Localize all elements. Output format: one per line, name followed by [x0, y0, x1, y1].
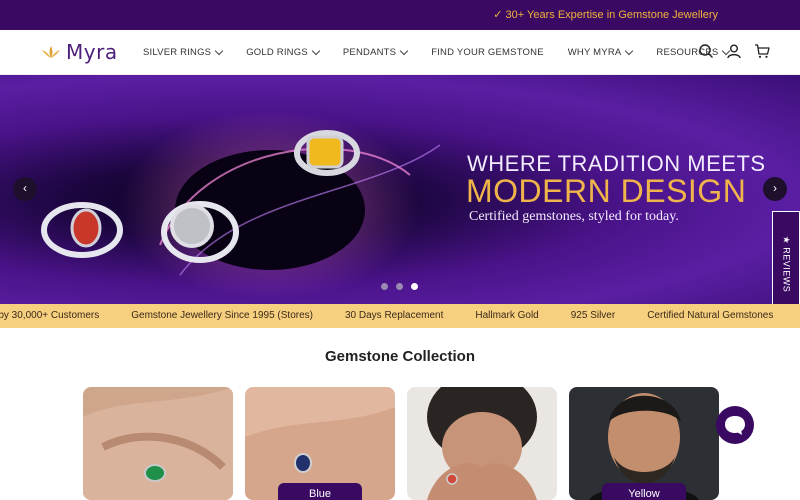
ticker-item: Gemstone Jewellery Since 1995 (Stores)	[131, 310, 313, 321]
nav-why-myra[interactable]: WHY MYRA	[567, 46, 634, 58]
nav-pendants[interactable]: PENDANTS	[342, 46, 409, 58]
chevron-down-icon	[625, 46, 634, 56]
cart-icon[interactable]	[754, 43, 770, 59]
site-header: Myra SILVER RINGS GOLD RINGS PENDANTS FI…	[0, 30, 800, 75]
ticker-item: 925 Silver	[570, 310, 616, 321]
ticker-item: Hallmark Gold	[475, 310, 539, 321]
collection-card-green[interactable]	[83, 387, 233, 500]
chevron-down-icon	[214, 46, 224, 56]
ticker-item: d by 30,000+ Customers	[0, 310, 100, 321]
collection-card-blue[interactable]: Blue	[245, 387, 395, 500]
reviews-tab[interactable]: ★ REVIEWS	[772, 211, 800, 317]
section-title: Gemstone Collection	[324, 348, 476, 365]
nav-label: FIND YOUR GEMSTONE	[431, 47, 544, 58]
logo[interactable]: Myra	[40, 38, 118, 66]
collection-card-label: Yellow	[602, 483, 686, 500]
main-nav: SILVER RINGS GOLD RINGS PENDANTS FIND YO…	[143, 30, 753, 75]
brand-name: Myra	[66, 40, 118, 64]
carousel-dot[interactable]	[381, 283, 388, 290]
collection-card-yellow[interactable]: Yellow	[569, 387, 719, 500]
nav-find-your-gemstone[interactable]: FIND YOUR GEMSTONE	[431, 47, 544, 58]
carousel-next-button[interactable]: ›	[763, 177, 787, 201]
trust-ticker: d by 30,000+ Customers Gemstone Jeweller…	[0, 304, 800, 328]
chevron-down-icon	[399, 46, 409, 56]
announcement-bar: ✓ 30+ Years Expertise in Gemstone Jewell…	[0, 0, 800, 30]
hero-banner[interactable]: WHERE TRADITION MEETS MODERN DESIGN Cert…	[0, 75, 800, 304]
hero-subtitle: Certified gemstones, styled for today.	[469, 209, 679, 224]
collection-cards: Blue Yellow	[83, 387, 719, 500]
header-icons	[698, 43, 770, 59]
chevron-down-icon	[311, 46, 321, 56]
nav-label: SILVER RINGS	[143, 47, 212, 58]
collection-card-red[interactable]	[407, 387, 557, 500]
search-icon[interactable]	[698, 43, 714, 59]
nav-label: PENDANTS	[342, 47, 397, 58]
user-icon[interactable]	[726, 43, 742, 59]
carousel-dot[interactable]	[396, 283, 403, 290]
red-coral-ring-image	[41, 202, 123, 258]
chat-bubble-icon	[725, 416, 745, 435]
reviews-tab-label: ★ REVIEWS	[781, 235, 792, 293]
nav-gold-rings[interactable]: GOLD RINGS	[246, 46, 321, 58]
pearl-ring-image	[161, 201, 239, 263]
hero-headline-line2: MODERN DESIGN	[466, 173, 747, 209]
promo-text: ✓ 30+ Years Expertise in Gemstone Jewell…	[493, 9, 718, 21]
ticker-item: Certified Natural Gemstones	[647, 310, 774, 321]
green-gem-hand-image	[83, 387, 233, 500]
lotus-logo-icon	[42, 46, 60, 58]
rings-artwork	[41, 201, 239, 263]
chat-launcher-button[interactable]	[716, 406, 754, 444]
nav-silver-rings[interactable]: SILVER RINGS	[143, 46, 224, 58]
carousel-dots	[381, 283, 418, 290]
nav-label: GOLD RINGS	[246, 47, 308, 58]
collection-card-label: Blue	[278, 483, 362, 500]
carousel-prev-button[interactable]: ‹	[13, 177, 37, 201]
ticker-item: 30 Days Replacement	[344, 310, 444, 321]
man-hands-red-ring-image	[407, 387, 557, 500]
nav-label: WHY MYRA	[567, 47, 622, 58]
carousel-dot-active[interactable]	[411, 283, 418, 290]
